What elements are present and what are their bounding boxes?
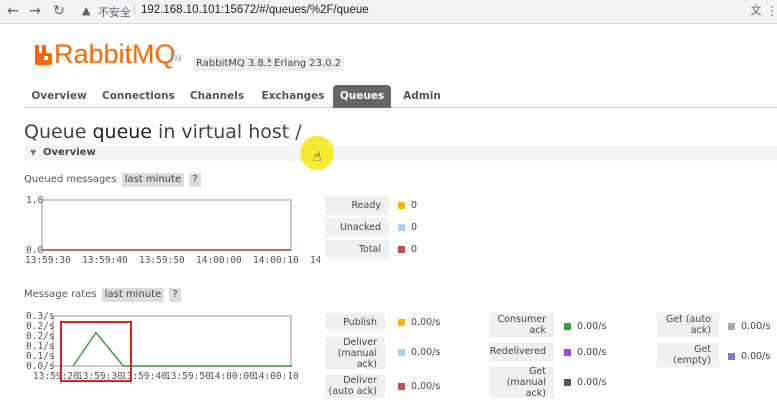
rabbitmq-logo-icon (35, 45, 52, 65)
legend-deliver-manual-value: 0.00/s (398, 347, 440, 358)
legend-get-manual-value: 0.00/s (564, 377, 606, 388)
title-middle: in virtual host (158, 121, 290, 143)
chart1-plot-area (41, 199, 292, 251)
legend-deliver-manual-label: Deliver (manual ack) (325, 337, 385, 370)
vhost-name: / (295, 121, 302, 143)
message-rates-chart: 0.3/s0.2/s0.2/s0.1/s0.1/s0.0/s13:59:2013… (26, 311, 299, 382)
page-title: Queue queue in virtual host / (24, 121, 302, 143)
chart2-xtick-label: 14:00:10 (253, 371, 299, 382)
annotation-highlight-box (60, 321, 132, 382)
ready-swatch (398, 202, 405, 209)
chart1-xtick-label: 13:59:30 (25, 255, 71, 266)
legend-consumer-ack-value: 0.00/s (564, 321, 606, 332)
redelivered-value: 0.00/s (577, 347, 607, 358)
legend-get-auto-label: Get (auto ack) (657, 313, 719, 337)
queued-messages-label: Queued messages (24, 174, 117, 185)
tab-overview[interactable]: Overview (29, 85, 89, 108)
deliver-manual-value: 0.00/s (411, 347, 441, 358)
deliver-manual-swatch (398, 349, 405, 356)
get-manual-value: 0.00/s (577, 377, 607, 388)
logo-text: RabbitMQ (54, 39, 176, 69)
browser-toolbar: ← → ↻ ▲ 不安全 | 192.168.10.101:15672/#/que… (0, 0, 777, 24)
chart1-xtick-label: 14:00:10 (253, 255, 299, 266)
url-separator: | (133, 3, 136, 15)
logo-trademark: TM (170, 54, 182, 63)
warning-icon[interactable]: ▲ (82, 4, 96, 18)
back-icon[interactable]: ← (4, 2, 22, 20)
browser-menu-icon[interactable]: ⋮ (766, 3, 777, 19)
queued-help-button[interactable]: ? (189, 173, 201, 187)
forward-icon[interactable]: → (26, 2, 44, 20)
total-value: 0 (411, 244, 418, 255)
unacked-swatch (398, 224, 405, 231)
main-tabs: Overview Connections Channels Exchanges … (24, 85, 777, 108)
erlang-version: Erlang 23.0.2 (271, 56, 345, 71)
legend-ready-value: 0 (398, 200, 417, 211)
ready-value: 0 (411, 200, 418, 211)
queue-name: queue (92, 121, 152, 143)
deliver-auto-value: 0.00/s (411, 381, 441, 392)
legend-publish-value: 0.00/s (398, 317, 440, 328)
get-auto-swatch (728, 323, 735, 330)
legend-redelivered-value: 0.00/s (564, 347, 606, 358)
legend-publish-label: Publish (325, 313, 385, 331)
legend-unacked-value: 0 (398, 222, 417, 233)
title-prefix: Queue (24, 121, 87, 143)
message-rates-label: Message rates (24, 289, 97, 300)
chart1-xtick-label: 13:59:40 (82, 255, 128, 266)
overview-section-title: Overview (43, 147, 96, 158)
queued-messages-chart: 1.00.013:59:30 13:59:40 13:59:50 14:00:00 14… (25, 195, 320, 266)
chart1-xtick-label: 13:59:50 (139, 255, 185, 266)
queued-messages-heading: Queued messages last minute ? (24, 173, 201, 187)
chart1-xtick-label: 14:00:20 (310, 255, 320, 266)
get-empty-swatch (728, 353, 735, 360)
message-rates-heading: Message rates last minute ? (24, 288, 181, 302)
legend-total-value: 0 (398, 244, 417, 255)
tab-connections[interactable]: Connections (102, 85, 175, 108)
legend-deliver-auto-value: 0.00/s (398, 381, 440, 392)
address-bar[interactable]: 192.168.10.101:15672/#/queues/%2F/queue (141, 4, 369, 16)
legend-consumer-ack-label: Consumer ack (490, 313, 554, 337)
rates-range-selector[interactable]: last minute (101, 288, 165, 302)
tab-exchanges[interactable]: Exchanges (260, 85, 326, 108)
legend-redelivered-label: Redelivered (490, 342, 554, 361)
rates-help-button[interactable]: ? (169, 288, 181, 302)
queued-range-selector[interactable]: last minute (121, 173, 185, 187)
tab-admin[interactable]: Admin (402, 85, 442, 108)
unacked-value: 0 (411, 222, 418, 233)
consumer-ack-swatch (564, 323, 571, 330)
security-label[interactable]: 不安全 (98, 4, 131, 20)
legend-get-auto-value: 0.00/s (728, 321, 770, 332)
chart2-xtick-label: 13:59:50 (165, 371, 211, 382)
translate-icon[interactable]: 文 (748, 3, 764, 19)
get-auto-value: 0.00/s (741, 321, 771, 332)
total-swatch (398, 246, 405, 253)
legend-ready-label: Ready (325, 196, 389, 215)
publish-swatch (398, 319, 405, 326)
legend-get-empty-value: 0.00/s (728, 351, 770, 362)
get-empty-value: 0.00/s (741, 351, 771, 362)
legend-total-label: Total (325, 240, 389, 259)
reload-icon[interactable]: ↻ (50, 2, 68, 20)
tab-queues[interactable]: Queues (333, 85, 391, 108)
get-manual-swatch (564, 379, 571, 386)
chart1-ytick-label: 1.0 (26, 195, 43, 206)
deliver-auto-swatch (398, 383, 405, 390)
legend-unacked-label: Unacked (325, 218, 389, 237)
consumer-ack-value: 0.00/s (577, 321, 607, 332)
legend-deliver-auto-label: Deliver (auto ack) (325, 374, 385, 398)
tab-channels[interactable]: Channels (186, 85, 248, 108)
publish-value: 0.00/s (411, 317, 441, 328)
overview-section-header[interactable]: ▼ Overview (24, 145, 777, 161)
hand-cursor-icon: ☝ (313, 149, 322, 165)
chart2-xtick-label: 14:00:00 (209, 371, 255, 382)
rabbitmq-version: RabbitMQ 3.8.5 (193, 56, 277, 71)
legend-get-empty-label: Get (empty) (657, 343, 719, 367)
chart1-xtick-label: 14:00:00 (196, 255, 242, 266)
legend-get-manual-label: Get (manual ack) (490, 366, 554, 399)
redelivered-swatch (564, 349, 571, 356)
collapse-arrow-icon[interactable]: ▼ (30, 148, 36, 157)
